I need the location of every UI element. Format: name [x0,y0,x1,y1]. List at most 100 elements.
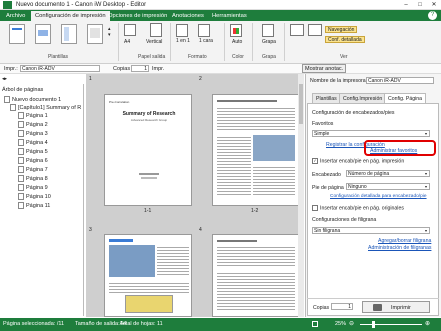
close-button[interactable]: ✕ [427,0,441,10]
add-watermark-link[interactable]: Agregar/borrar filigrana [378,238,431,244]
tree-page[interactable]: Página 6 [18,157,48,165]
tab-print-config[interactable]: Config.Impresión [339,93,387,103]
page-icon [18,139,24,147]
layout-icon[interactable] [176,24,188,37]
layout-button[interactable]: 1 en 1 [176,39,190,44]
page-thumbnail[interactable]: Pre-Correlation Summary of Research Adva… [104,94,192,206]
print-quick-button[interactable]: Impr. [152,66,164,72]
separator [118,23,119,61]
tab-page-config[interactable]: Config. Página [384,93,427,103]
watermark-title: Configuraciones de filigrana [312,217,377,223]
tree-page[interactable]: Página 9 [18,184,48,192]
preview-area: 1 Pre-Correlation Summary of Research Ad… [86,74,304,317]
photo-image [253,135,295,161]
status-total-sheets: Total de hojas: 11 [120,321,163,327]
document-icon [4,96,10,104]
chevron-down-icon: ▾ [425,131,428,136]
tree-page[interactable]: Página 11 [18,202,50,210]
tree-page[interactable]: Página 8 [18,175,48,183]
printer-name-select[interactable]: Canon iR-ADV [366,77,434,84]
detailed-settings-toggle[interactable]: Conf. detallada [325,36,365,43]
paper-size-button[interactable]: A4 [124,39,130,45]
menu-bar: Archivo Configuración de impresión Opcio… [0,10,441,21]
tab-archivo[interactable]: Archivo [2,11,29,21]
favorites-select[interactable]: Simple [312,130,430,137]
sides-icon[interactable] [198,24,210,37]
zoom-slider-thumb[interactable] [372,321,375,328]
page-thumbnail[interactable] [104,234,192,317]
template-thumb-4[interactable] [84,24,106,50]
chapter-icon [10,104,16,112]
help-icon[interactable]: ? [428,11,437,20]
staple-icon[interactable] [262,24,274,37]
scrollbar-thumb[interactable] [299,84,303,124]
color-icon[interactable] [230,24,242,37]
footer-select[interactable]: Ninguno [346,183,430,190]
app-icon [3,1,12,9]
tree-page[interactable]: Página 10 [18,193,51,201]
template-thumb-1[interactable] [6,24,28,50]
admin-watermark-link[interactable]: Administración de filigranas [368,245,431,251]
print-button[interactable]: Imprimir [362,301,430,313]
minimize-button[interactable]: – [399,0,413,10]
tree-page[interactable]: Página 4 [18,139,48,147]
tree-node-document[interactable]: Nuevo documento 1 [4,96,61,104]
tree-page[interactable]: Página 5 [18,148,48,156]
show-annotations-button[interactable]: Mostrar anotac. [302,64,347,73]
zoom-out-icon[interactable]: ⊖ [349,320,354,327]
page-thumbnail[interactable] [212,94,300,206]
tab-print-settings[interactable]: Configuración de impresión [31,11,110,21]
insert-hf-original-checkbox[interactable]: Insertar encab/pie en pág. originales [312,205,404,211]
preview-scrollbar[interactable] [298,74,304,317]
view-pages-icon[interactable] [290,24,304,36]
tree-page[interactable]: Página 7 [18,166,48,174]
printer-select[interactable]: Canon iR-ADV [20,65,100,72]
tree-page[interactable]: Página 1 [18,112,48,120]
tree-collapse-icon[interactable]: ◂▸ [2,76,14,83]
header-footer-title: Configuración de encabezados/pies [312,110,395,116]
watermark-select[interactable]: Sin filigrana [312,227,430,234]
tree-page[interactable]: Página 3 [18,130,48,138]
maximize-button[interactable]: □ [413,0,427,10]
template-thumb-3[interactable] [58,24,80,50]
fit-page-icon[interactable] [312,321,318,327]
printer-name-label: Nombre de la impresora [310,78,366,84]
page-label: 1-1 [144,208,152,214]
paper-output-icon[interactable] [124,24,136,36]
page-icon [18,112,24,120]
template-thumb-2[interactable] [32,24,54,50]
view-zoom-icon[interactable] [308,24,322,36]
header-select[interactable]: Número de página [346,170,430,177]
tab-print-options[interactable]: Opciones de impresión [104,11,171,21]
tree-node-chapter[interactable]: [Capítulo1] Summary of R [10,104,81,112]
title-bar: Nuevo documento 1 - Canon iW Desktop - E… [0,0,441,10]
page-icon [18,184,24,192]
tab-tools[interactable]: Herramientas [208,11,251,21]
page-thumbnail[interactable] [212,234,300,317]
group-label-paper: Papel salida [138,54,166,60]
sides-button[interactable]: 1 cara [199,39,213,44]
tab-annotations[interactable]: Anotaciones [168,11,208,21]
tab-templates[interactable]: Plantillas [312,93,341,103]
insert-hf-print-checkbox[interactable]: Insertar encab/pie en pág. impresión [312,158,404,164]
navigation-toggle[interactable]: Navegación [325,26,358,33]
separator [224,23,225,61]
page-icon [18,130,24,138]
template-scroll-icon[interactable]: ▴ ▾ [108,26,111,38]
zoom-slider[interactable] [360,324,422,325]
copies-input[interactable]: 1 [131,65,149,72]
sheet-number: 2 [199,76,202,82]
orientation-button[interactable]: Vertical [146,39,162,45]
orientation-icon[interactable] [150,23,162,37]
page-icon [18,166,24,174]
print-button-label: Imprimir [391,305,411,311]
window-title: Nuevo documento 1 - Canon iW Desktop - E… [16,2,147,8]
color-button[interactable]: Auto [232,39,242,45]
staple-button[interactable]: Grapa [262,39,276,45]
tree-page[interactable]: Página 2 [18,121,48,129]
zoom-level: 25% [335,321,347,327]
zoom-in-icon[interactable]: ⊕ [425,320,430,327]
detailed-hf-link[interactable]: Configuración detallada para encabezado/… [330,194,427,199]
panel-copies-input[interactable]: 1 [331,303,353,310]
divider [307,298,439,299]
